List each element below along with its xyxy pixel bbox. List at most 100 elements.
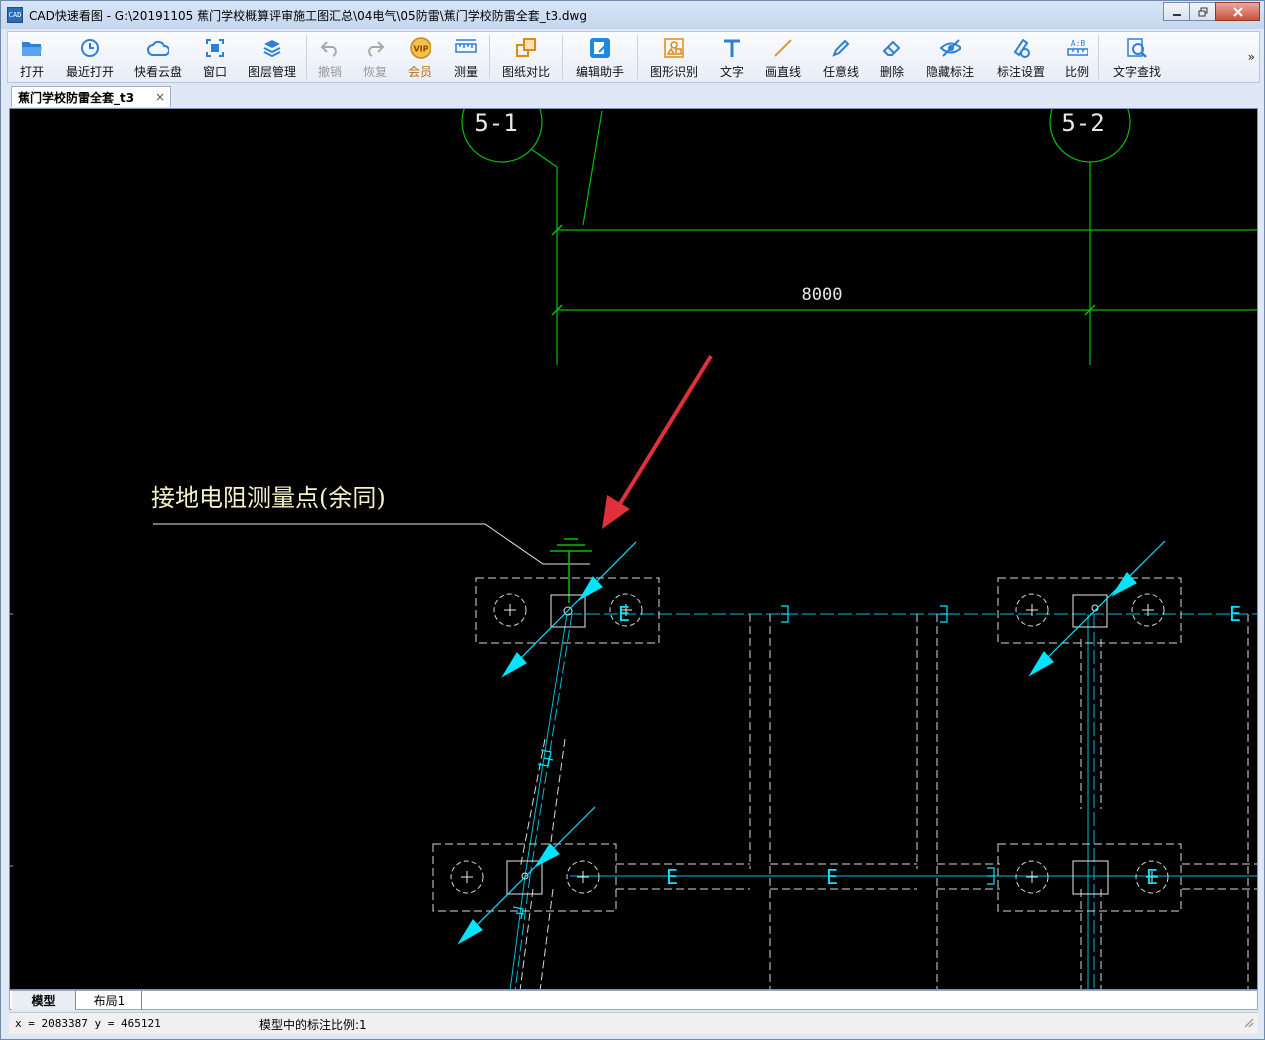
axis-bubble-5-2: 5-2 xyxy=(1049,109,1131,163)
draw-line-button[interactable]: 画直线 xyxy=(754,32,812,82)
edit-assistant-icon xyxy=(589,37,611,59)
compare-button[interactable]: 图纸对比 xyxy=(490,32,562,82)
axis-bubble-5-1: 5-1 xyxy=(461,109,543,163)
grounding-test-point-note: 接地电阻测量点(余同) xyxy=(151,484,386,512)
undo-label: 撤销 xyxy=(317,65,342,79)
delete-label: 删除 xyxy=(879,65,904,79)
text-search-label: 文字查找 xyxy=(1112,65,1161,79)
window-frame-icon xyxy=(204,37,226,59)
measure-label: 测量 xyxy=(453,65,478,79)
open-label: 打开 xyxy=(19,65,44,79)
text-search-button[interactable]: 文字查找 xyxy=(1099,32,1175,82)
hide-markup-button[interactable]: 隐藏标注 xyxy=(914,32,986,82)
vip-button[interactable]: VIP 会员 xyxy=(397,32,443,82)
freehand-line-button[interactable]: 任意线 xyxy=(812,32,870,82)
folder-open-icon xyxy=(21,37,43,59)
toolbar-overflow-button[interactable]: » xyxy=(1248,50,1255,64)
vip-label: 会员 xyxy=(407,65,432,79)
pile-cap-top-right xyxy=(997,577,1182,644)
layout-tab-model-label: 模型 xyxy=(31,994,56,1008)
cloud-icon xyxy=(147,37,169,59)
delete-button[interactable]: 删除 xyxy=(870,32,914,82)
window-controls xyxy=(1163,2,1260,21)
dimension-8000-text: 8000 xyxy=(802,285,843,305)
text-t-icon xyxy=(721,37,743,59)
text-button[interactable]: 文字 xyxy=(710,32,754,82)
document-tab-bar: 蕉门学校防雷全套_t3 × xyxy=(7,85,1260,107)
edit-assistant-button[interactable]: 编辑助手 xyxy=(563,32,637,82)
svg-text:E: E xyxy=(618,602,630,626)
foundation-dashed-lines xyxy=(519,614,1257,989)
window-title: CAD快速看图 - G:\20191105 蕉门学校概算评审施工图汇总\04电气… xyxy=(29,8,587,23)
markup-settings-button[interactable]: 标注设置 xyxy=(986,32,1056,82)
redo-button[interactable]: 恢复 xyxy=(353,32,397,82)
gear-pen-icon xyxy=(1010,37,1032,59)
redo-icon xyxy=(364,37,386,59)
line-icon xyxy=(772,37,794,59)
markup-settings-label: 标注设置 xyxy=(996,65,1045,79)
layout-tab-layout1-label: 布局1 xyxy=(93,994,126,1008)
measure-button[interactable]: 测量 xyxy=(443,32,489,82)
maximize-button[interactable] xyxy=(1189,2,1216,21)
scale-ab-icon: A:B xyxy=(1066,37,1088,59)
axis-leader-lines xyxy=(530,110,1257,365)
layers-icon xyxy=(261,37,283,59)
close-button[interactable] xyxy=(1215,2,1260,21)
svg-text:A:B: A:B xyxy=(1071,39,1086,48)
scale-label: 比例 xyxy=(1064,65,1089,79)
annotation-scale-text: 模型中的标注比例:1 xyxy=(259,1018,367,1032)
title-bar: CAD CAD快速看图 - G:\20191105 蕉门学校概算评审施工图汇总\… xyxy=(1,1,1264,29)
cloud-disk-button[interactable]: 快看云盘 xyxy=(124,32,192,82)
edit-assistant-label: 编辑助手 xyxy=(575,65,624,79)
svg-text:5-1: 5-1 xyxy=(474,109,517,137)
layout-tab-layout1[interactable]: 布局1 xyxy=(78,991,142,1010)
ruler-icon xyxy=(455,37,477,59)
pen-icon xyxy=(830,37,852,59)
clock-history-icon xyxy=(79,37,101,59)
layer-manager-label: 图层管理 xyxy=(247,65,296,79)
compare-squares-icon xyxy=(515,37,537,59)
minimize-button[interactable] xyxy=(1163,2,1190,21)
document-tab-label: 蕉门学校防雷全套_t3 xyxy=(18,90,135,105)
beam-lines xyxy=(509,613,1257,989)
resize-grip-icon[interactable] xyxy=(1242,1016,1256,1030)
document-tab-close-icon[interactable]: × xyxy=(155,90,165,104)
text-label: 文字 xyxy=(719,65,744,79)
recent-open-button[interactable]: 最近打开 xyxy=(56,32,124,82)
scale-button[interactable]: A:B 比例 xyxy=(1056,32,1098,82)
drawing-canvas[interactable]: 5-1 5-2 8000 接地电阻测量点(余同) E E E E E xyxy=(9,108,1258,990)
freehand-line-label: 任意线 xyxy=(822,65,859,79)
undo-icon xyxy=(319,37,341,59)
redo-label: 恢复 xyxy=(362,65,387,79)
status-bar: x = 2083387 y = 465121 模型中的标注比例:1 xyxy=(9,1012,1258,1034)
svg-text:E: E xyxy=(666,865,678,889)
shape-recognition-label: 图形识别 xyxy=(649,65,698,79)
layer-manager-button[interactable]: 图层管理 xyxy=(238,32,306,82)
document-tab[interactable]: 蕉门学校防雷全套_t3 × xyxy=(11,86,171,107)
compare-label: 图纸对比 xyxy=(501,65,550,79)
restore-icon xyxy=(1198,7,1207,16)
svg-text:5-2: 5-2 xyxy=(1061,109,1104,137)
app-logo-icon: CAD xyxy=(7,7,23,23)
draw-line-label: 画直线 xyxy=(764,65,801,79)
left-edge-ticks xyxy=(10,613,13,867)
minimize-icon xyxy=(1172,13,1181,16)
text-search-icon xyxy=(1126,37,1148,59)
main-toolbar: 打开 最近打开 快看云盘 窗口 图层管理 撤销 恢复 VIP 会员 测量 图纸对… xyxy=(7,31,1260,83)
shape-recognition-icon xyxy=(663,37,685,59)
eye-slash-icon xyxy=(939,37,961,59)
cloud-disk-label: 快看云盘 xyxy=(133,65,182,79)
eraser-icon xyxy=(881,37,903,59)
window-button[interactable]: 窗口 xyxy=(192,32,238,82)
window-label: 窗口 xyxy=(202,65,227,79)
cursor-coordinates: x = 2083387 y = 465121 xyxy=(15,1017,161,1030)
svg-text:E: E xyxy=(1146,865,1158,889)
vip-badge-icon: VIP xyxy=(409,37,431,59)
open-button[interactable]: 打开 xyxy=(8,32,56,82)
svg-text:E: E xyxy=(1229,602,1241,626)
undo-button[interactable]: 撤销 xyxy=(307,32,353,82)
shape-recognition-button[interactable]: 图形识别 xyxy=(638,32,710,82)
svg-text:E: E xyxy=(826,865,838,889)
earth-conductor-ticks xyxy=(512,605,995,920)
layout-tab-model[interactable]: 模型 xyxy=(12,991,76,1010)
